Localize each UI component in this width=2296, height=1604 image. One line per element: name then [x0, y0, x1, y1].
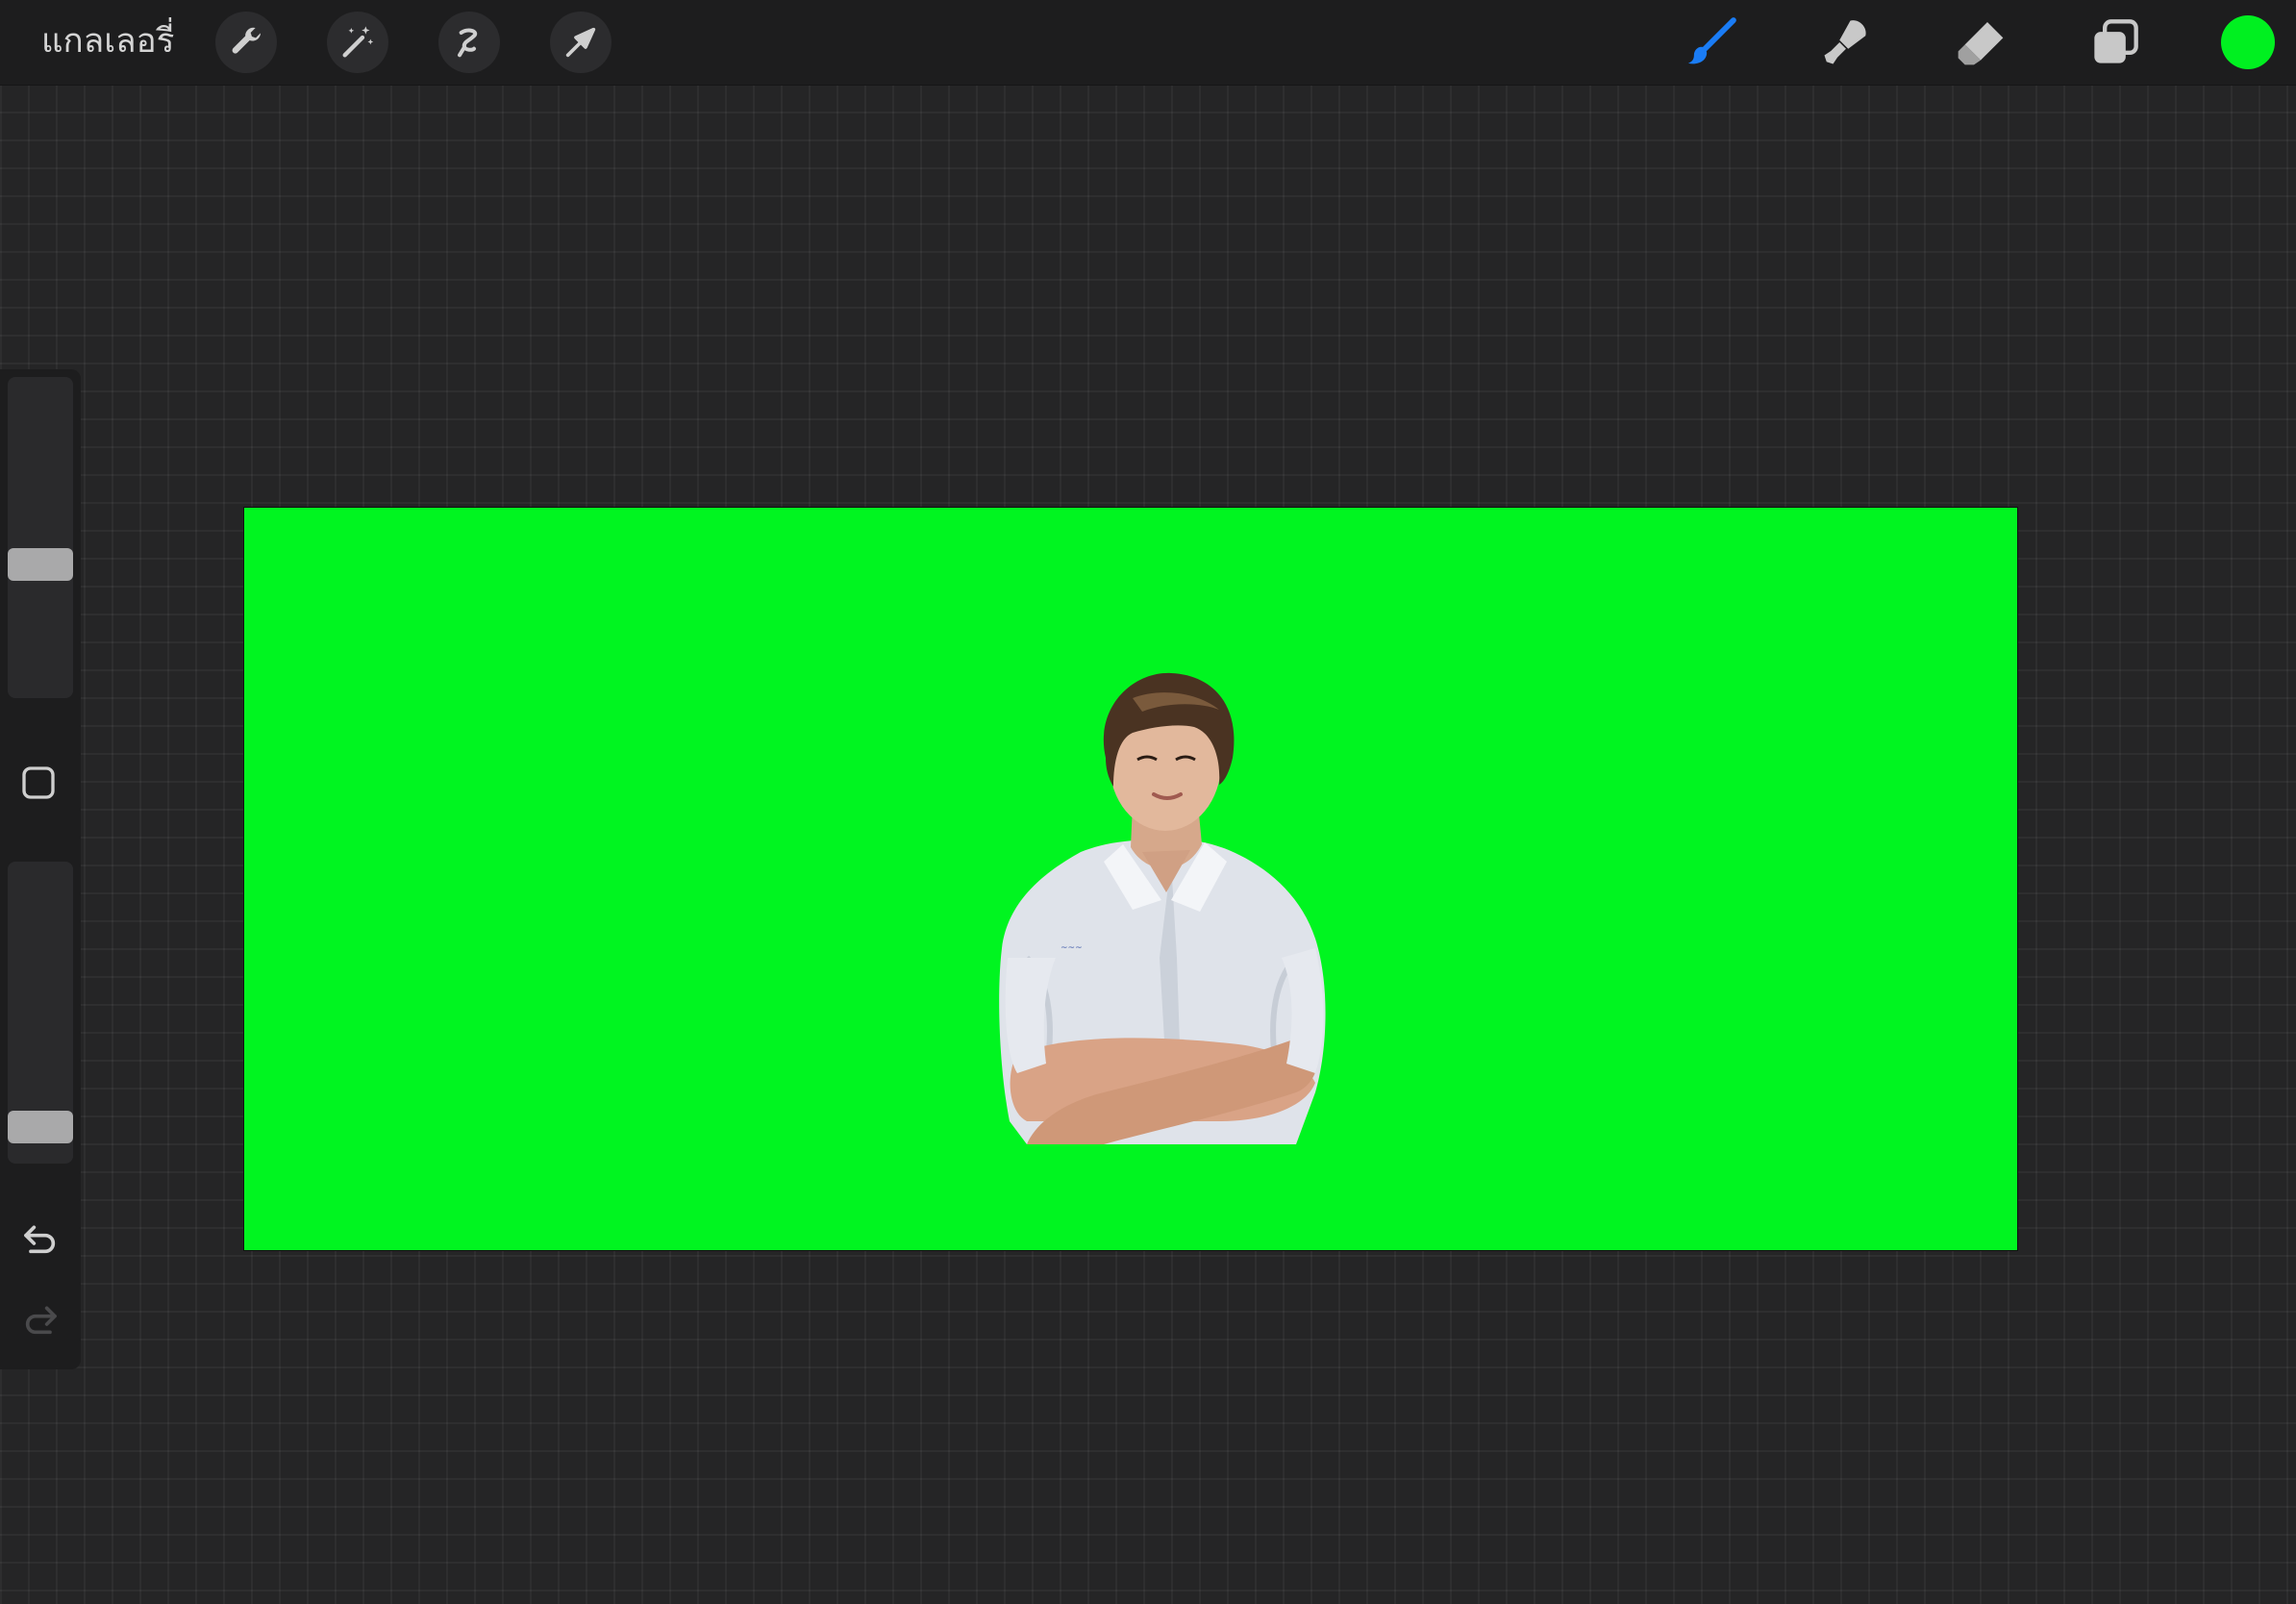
- layers-icon: [2094, 19, 2138, 63]
- gallery-button[interactable]: แกลเลอรี่: [41, 17, 174, 65]
- magic-wand-icon: [342, 26, 374, 58]
- selection-icon: [458, 28, 478, 58]
- brush-tool-button[interactable]: [1683, 13, 1740, 71]
- brush-icon: [1687, 17, 1736, 64]
- eraser-icon: [1958, 22, 2004, 65]
- opacity-slider-thumb[interactable]: [8, 1110, 73, 1143]
- transform-button[interactable]: [550, 12, 611, 73]
- sidebar: [0, 369, 81, 1369]
- redo-icon: [25, 1306, 57, 1335]
- smudge-tool-button[interactable]: [1817, 13, 1875, 71]
- actions-button[interactable]: [215, 12, 277, 73]
- top-toolbar: แกลเลอรี่: [0, 0, 2296, 86]
- brush-size-slider[interactable]: [8, 377, 73, 698]
- adjustments-button[interactable]: [327, 12, 388, 73]
- eraser-tool-button[interactable]: [1952, 13, 2009, 71]
- modify-button[interactable]: [19, 764, 58, 802]
- brush-size-slider-thumb[interactable]: [8, 548, 73, 582]
- undo-button[interactable]: [17, 1216, 63, 1262]
- color-picker-button[interactable]: [2221, 15, 2275, 69]
- undo-icon: [24, 1225, 56, 1254]
- redo-button[interactable]: [17, 1296, 63, 1342]
- square-icon: [22, 766, 55, 799]
- selection-button[interactable]: [438, 12, 500, 73]
- wrench-icon: [232, 27, 261, 54]
- layers-button[interactable]: [2086, 13, 2144, 71]
- arrow-cursor-icon: [565, 27, 596, 58]
- person-cutout-image: ~~~: [999, 672, 1326, 1144]
- svg-text:~~~: ~~~: [1061, 943, 1083, 953]
- smudge-icon: [1824, 20, 1866, 64]
